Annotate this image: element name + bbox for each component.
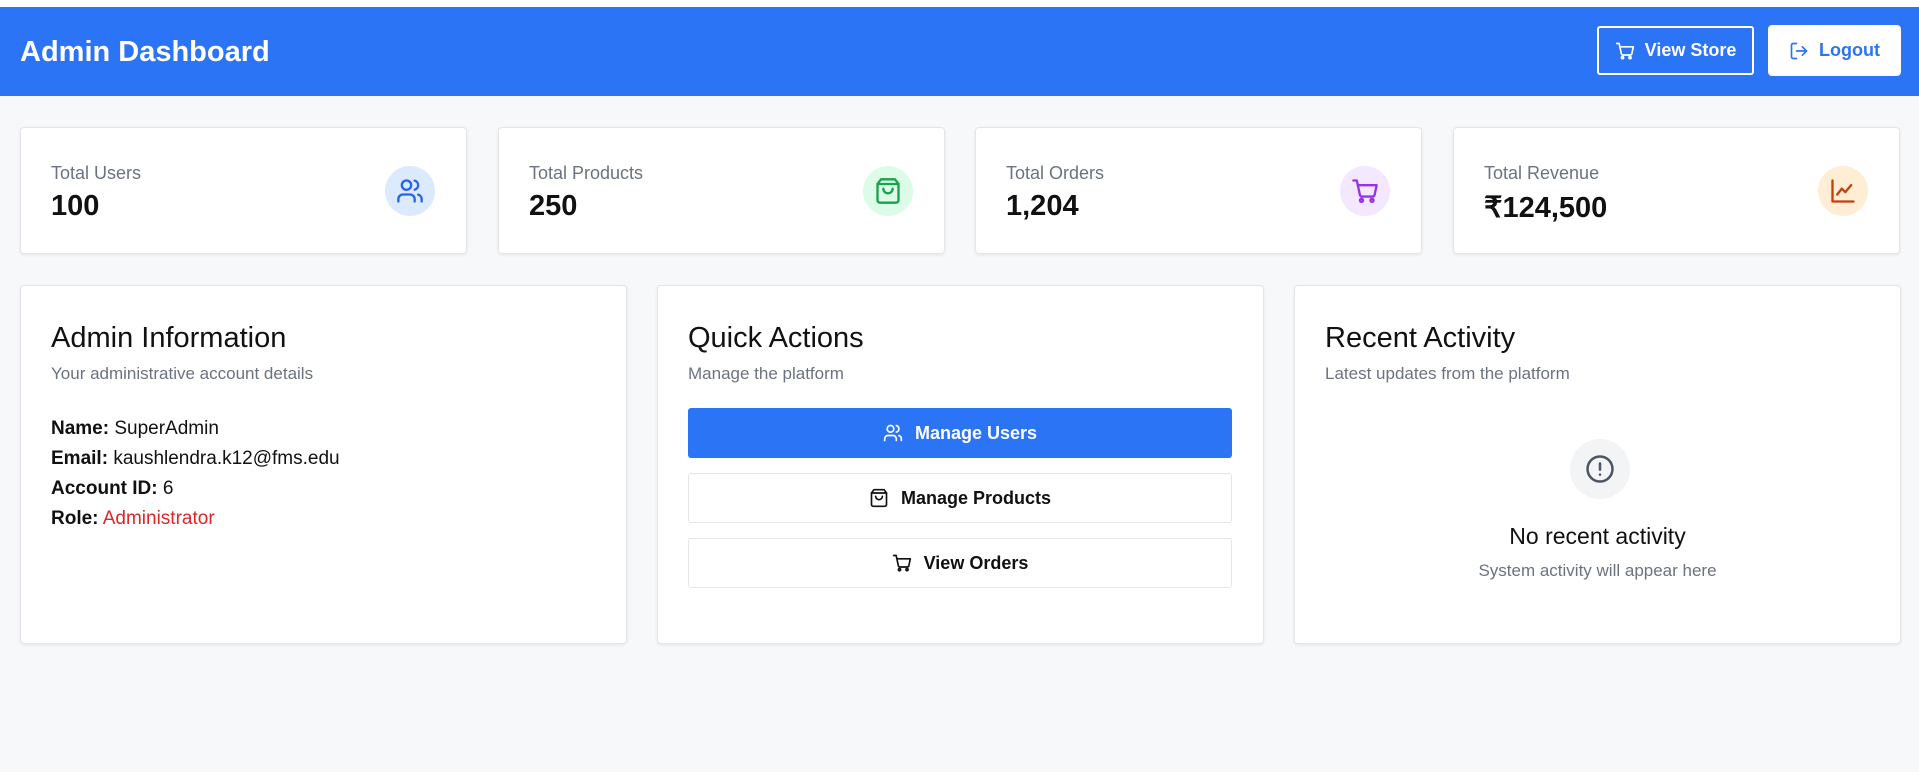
view-store-label: View Store: [1644, 40, 1737, 60]
account-id-row: Account ID: 6: [51, 474, 340, 504]
trend-chart-icon: [1818, 166, 1868, 216]
role-label: Role:: [51, 508, 99, 529]
empty-state-title: No recent activity: [1509, 523, 1686, 549]
card-subtitle: Your administrative account details: [51, 364, 314, 383]
stat-card-total-products: Total Products 250: [498, 127, 945, 254]
manage-products-button[interactable]: Manage Products: [688, 473, 1232, 523]
name-label: Name:: [51, 418, 110, 439]
account-id-label: Account ID:: [51, 478, 158, 499]
stat-card-total-orders: Total Orders 1,204: [975, 127, 1422, 254]
logout-icon: [1790, 42, 1808, 59]
view-orders-label: View Orders: [923, 552, 1029, 573]
dashboard-page: Admin Dashboard View Store Logout Total …: [0, 7, 1919, 772]
shopping-bag-icon: [863, 166, 913, 216]
recent-activity-card: Recent Activity Latest updates from the …: [1294, 285, 1901, 644]
cart-icon: [892, 554, 911, 572]
role-value: Administrator: [102, 508, 215, 529]
stat-label: Total Products: [529, 163, 644, 183]
stat-value: 250: [529, 190, 578, 222]
empty-state-subtitle: System activity will appear here: [1478, 561, 1717, 580]
stat-value: 100: [51, 190, 100, 222]
email-label: Email:: [51, 448, 109, 469]
card-subtitle: Manage the platform: [688, 364, 844, 383]
page-title: Admin Dashboard: [20, 36, 270, 68]
cart-icon: [1615, 42, 1634, 60]
stat-card-total-users: Total Users 100: [20, 127, 467, 254]
users-icon: [883, 424, 903, 442]
cart-icon: [1340, 166, 1390, 216]
email-value: kaushlendra.k12@fms.edu: [113, 448, 340, 469]
role-row: Role: Administrator: [51, 504, 340, 534]
admin-information-card: Admin Information Your administrative ac…: [20, 285, 627, 644]
card-title: Quick Actions: [688, 322, 864, 354]
manage-users-button[interactable]: Manage Users: [688, 408, 1232, 458]
name-value: SuperAdmin: [114, 418, 219, 439]
alert-circle-icon: [1570, 439, 1630, 499]
stat-value: 1,204: [1006, 190, 1079, 222]
stat-card-total-revenue: Total Revenue ₹124,500: [1453, 127, 1900, 254]
quick-actions-card: Quick Actions Manage the platform Manage…: [657, 285, 1264, 644]
logout-button[interactable]: Logout: [1768, 25, 1901, 76]
admin-details: Name: SuperAdmin Email: kaushlendra.k12@…: [51, 414, 340, 534]
top-header-bar: Admin Dashboard View Store Logout: [0, 7, 1919, 96]
users-icon: [385, 166, 435, 216]
stat-value: ₹124,500: [1484, 192, 1608, 224]
email-row: Email: kaushlendra.k12@fms.edu: [51, 444, 340, 474]
name-row: Name: SuperAdmin: [51, 414, 340, 444]
logout-label: Logout: [1819, 40, 1880, 60]
account-id-value: 6: [162, 478, 174, 499]
stat-label: Total Revenue: [1484, 163, 1600, 183]
stat-label: Total Users: [51, 163, 142, 183]
card-title: Admin Information: [51, 322, 287, 354]
manage-products-label: Manage Products: [900, 487, 1052, 508]
manage-users-label: Manage Users: [914, 422, 1038, 443]
card-title: Recent Activity: [1325, 322, 1516, 354]
view-store-button[interactable]: View Store: [1597, 26, 1754, 75]
stat-label: Total Orders: [1006, 163, 1105, 183]
view-orders-button[interactable]: View Orders: [688, 538, 1232, 588]
card-subtitle: Latest updates from the platform: [1325, 364, 1570, 383]
shopping-bag-icon: [870, 488, 888, 508]
